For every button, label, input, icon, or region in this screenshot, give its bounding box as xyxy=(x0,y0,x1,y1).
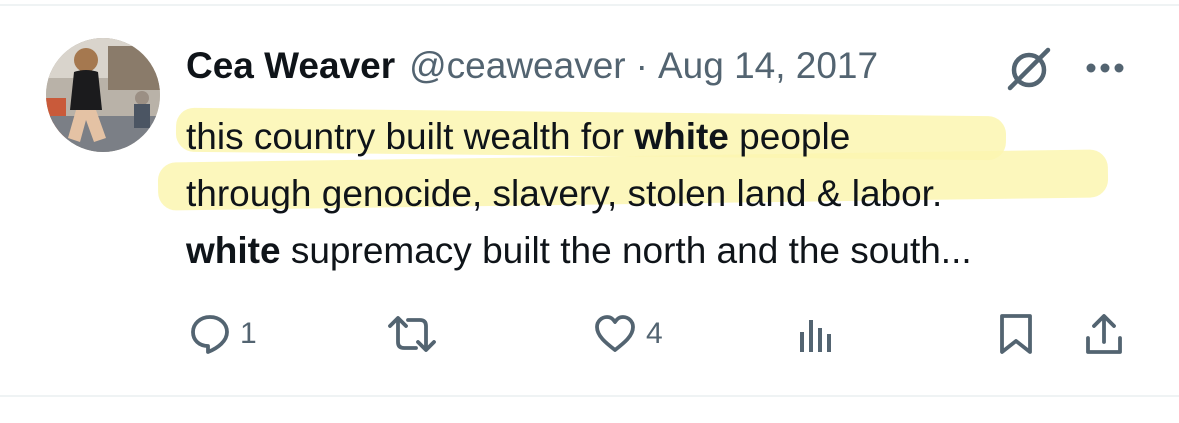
text-run: supremacy built the north and the south.… xyxy=(280,230,972,271)
share-icon xyxy=(1086,314,1122,354)
retweet-icon xyxy=(388,316,436,352)
tweet-date[interactable]: Aug 14, 2017 xyxy=(658,45,878,87)
author-name[interactable]: Cea Weaver xyxy=(186,45,395,87)
like-button[interactable]: 4 xyxy=(592,312,663,356)
tweet-text: this country built wealth for white peop… xyxy=(186,108,1166,279)
bookmark-icon xyxy=(1000,314,1032,354)
separator-dot: · xyxy=(635,45,648,86)
avatar[interactable] xyxy=(46,38,160,152)
text-run: people xyxy=(728,116,851,157)
tweet-text-line: through genocide, slavery, stolen land &… xyxy=(186,165,1166,222)
more-icon xyxy=(1086,63,1124,73)
text-run: this country built wealth for xyxy=(186,116,635,157)
share-button[interactable] xyxy=(1082,312,1126,356)
grok-icon xyxy=(1007,47,1051,91)
heart-icon xyxy=(595,315,635,352)
retweet-button[interactable] xyxy=(386,312,438,356)
text-run-bold: white xyxy=(186,230,281,271)
tweet-text-line: this country built wealth for white peop… xyxy=(186,108,1166,165)
more-button[interactable] xyxy=(1082,50,1128,86)
reply-button[interactable]: 1 xyxy=(188,312,257,356)
grok-button[interactable] xyxy=(1002,44,1056,92)
like-count: 4 xyxy=(646,317,663,350)
text-run: through genocide, slavery, stolen land &… xyxy=(186,173,943,214)
reply-icon xyxy=(191,315,229,354)
bottom-divider xyxy=(0,395,1179,397)
tweet-text-line: white supremacy built the north and the … xyxy=(186,222,1166,279)
reply-count: 1 xyxy=(240,317,257,350)
tweet-header: Cea Weaver @ceaweaver · Aug 14, 2017 xyxy=(186,42,878,90)
author-handle[interactable]: @ceaweaver xyxy=(409,45,626,87)
bookmark-button[interactable] xyxy=(996,312,1036,356)
views-button[interactable] xyxy=(794,312,838,356)
avatar-photo xyxy=(46,38,160,152)
views-icon xyxy=(800,320,831,352)
top-divider xyxy=(0,4,1179,6)
action-bar: 1 4 xyxy=(0,312,1179,360)
text-run-bold: white xyxy=(634,116,729,157)
